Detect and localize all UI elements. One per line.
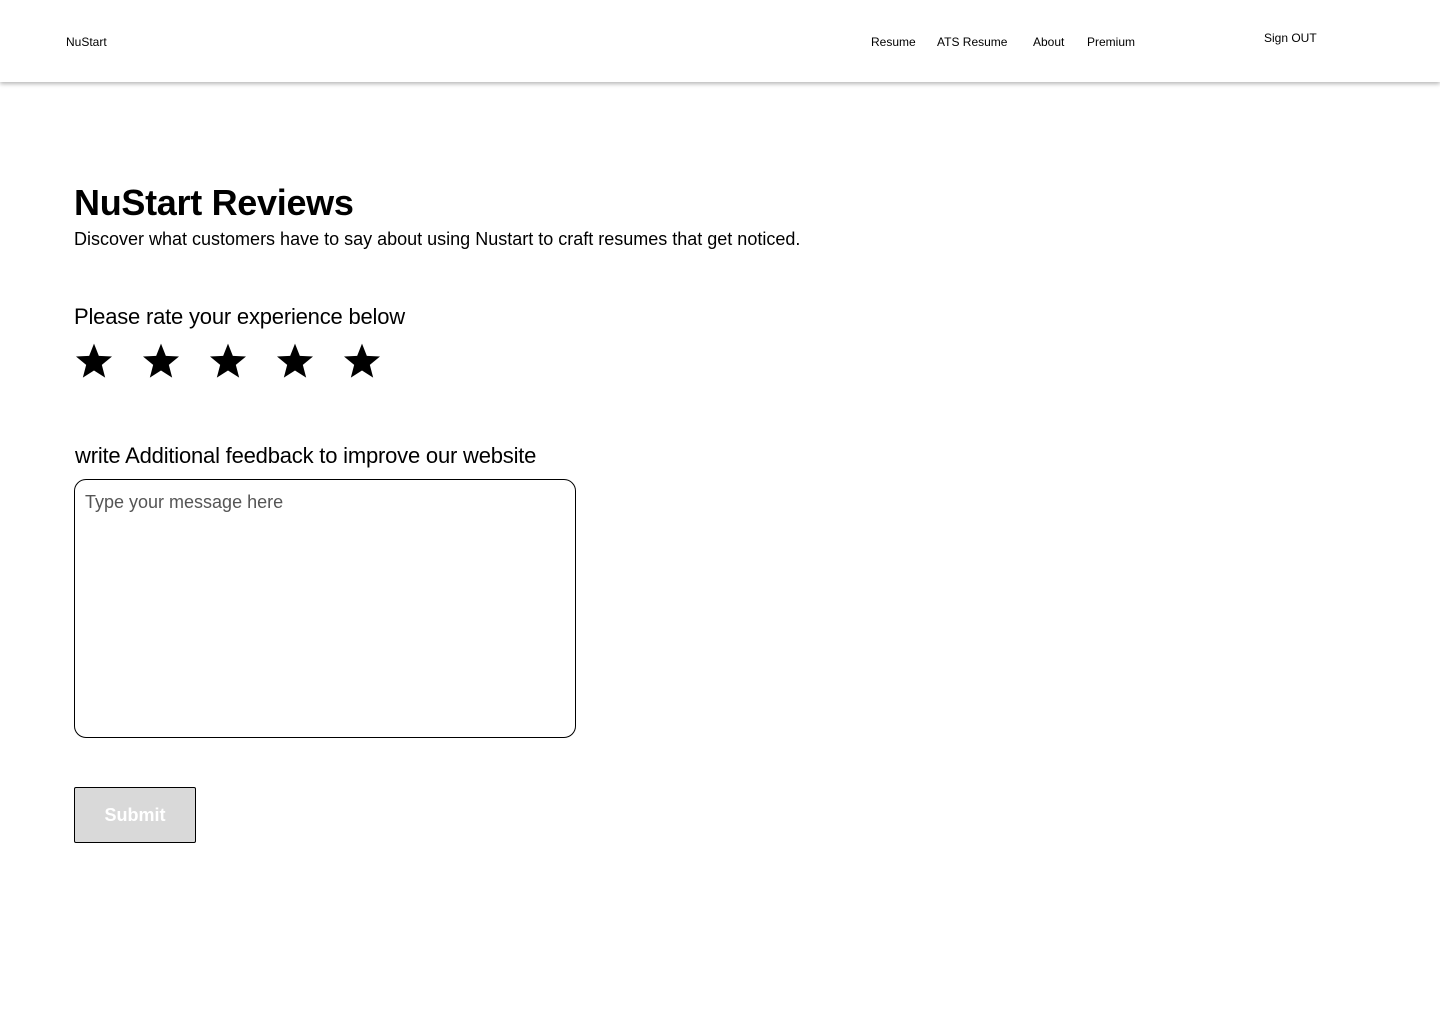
nav-link-premium[interactable]: Premium: [1087, 34, 1135, 50]
submit-button[interactable]: Submit: [74, 787, 196, 843]
star-icon[interactable]: [275, 341, 315, 381]
star-icon[interactable]: [342, 341, 382, 381]
sign-out-link[interactable]: Sign OUT: [1264, 30, 1317, 46]
top-navigation-bar: NuStart Resume ATS Resume About Premium …: [0, 0, 1440, 82]
nav-link-resume[interactable]: Resume: [871, 34, 916, 50]
brand-logo[interactable]: NuStart: [66, 34, 107, 50]
feedback-textarea[interactable]: [74, 479, 576, 738]
star-icon[interactable]: [141, 341, 181, 381]
page-title: NuStart Reviews: [74, 182, 354, 223]
nav-link-about[interactable]: About: [1033, 34, 1064, 50]
star-icon[interactable]: [74, 341, 114, 381]
rating-label: Please rate your experience below: [74, 304, 405, 329]
feedback-label: write Additional feedback to improve our…: [75, 443, 537, 468]
page-subtitle: Discover what customers have to say abou…: [74, 229, 801, 249]
nav-link-ats-resume[interactable]: ATS Resume: [937, 34, 1007, 50]
star-icon[interactable]: [208, 341, 248, 381]
